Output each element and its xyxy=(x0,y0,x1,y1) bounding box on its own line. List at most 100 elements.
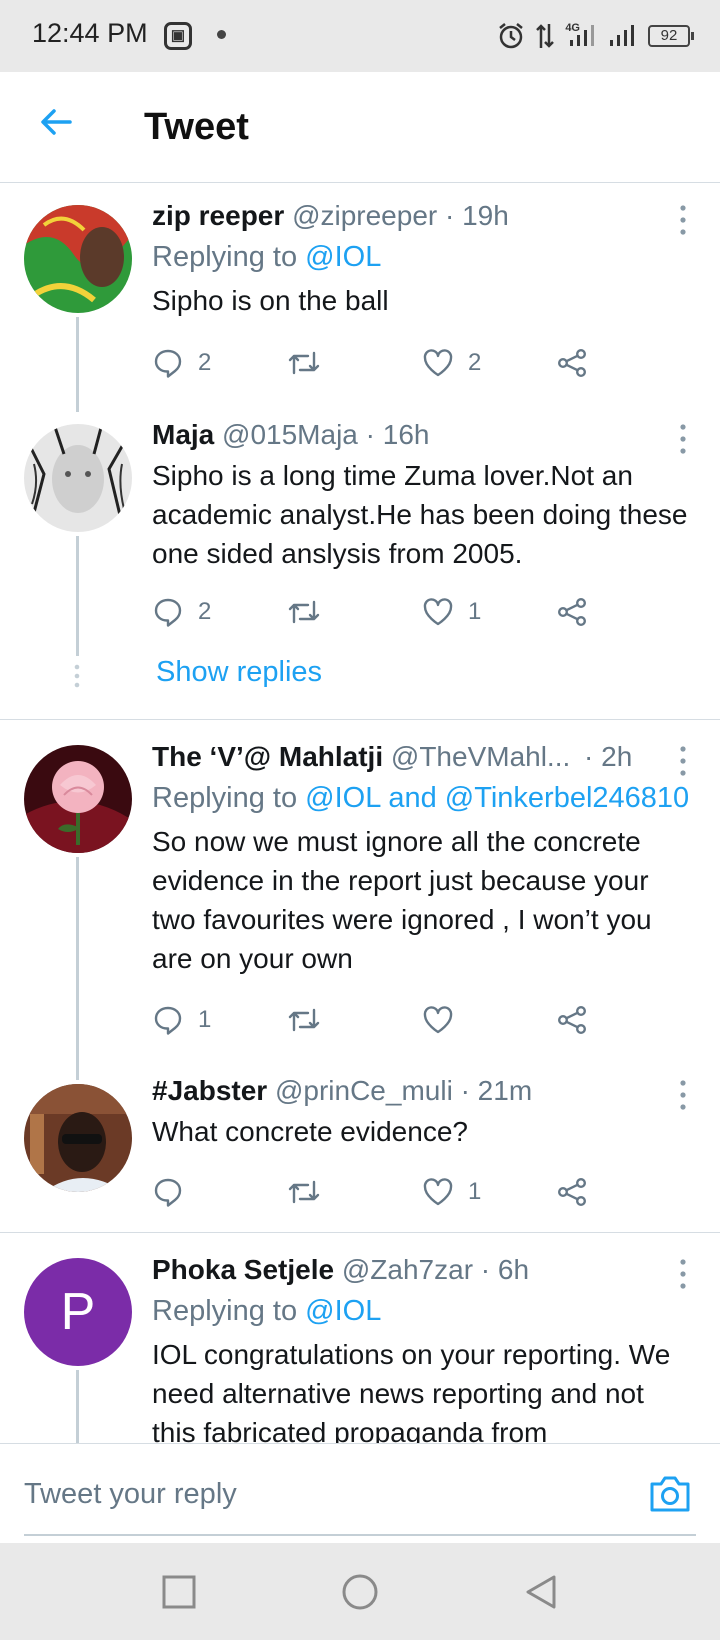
more-vertical-icon[interactable] xyxy=(674,744,692,778)
reply-input[interactable] xyxy=(24,1474,584,1514)
retweet-button[interactable] xyxy=(286,1000,336,1040)
share-icon xyxy=(558,598,587,627)
mention-link[interactable]: @IOL and @Tinkerbel246810 xyxy=(305,782,689,814)
reply-composer xyxy=(0,1443,720,1544)
status-time: 12:44 PM xyxy=(32,18,148,48)
camera-icon[interactable] xyxy=(648,1474,692,1514)
home-icon[interactable] xyxy=(341,1573,379,1611)
tweet-time: · 2h xyxy=(584,741,632,772)
tweet-actions: 1 xyxy=(152,1172,622,1212)
share-button[interactable] xyxy=(556,592,588,632)
avatar-image xyxy=(24,205,132,313)
author-handle[interactable]: @TheVMahl... xyxy=(391,741,570,772)
avatar-image xyxy=(24,745,132,853)
tweet[interactable]: The ‘V’@ Mahlatji @TheVMahl... · 2h Repl… xyxy=(0,720,720,1080)
heart-icon xyxy=(423,349,453,377)
tweet-actions: 2 1 xyxy=(152,592,622,632)
status-icons: 4G 92 xyxy=(497,20,694,52)
replying-to: Replying to @IOL and @Tinkerbel246810 xyxy=(152,778,692,818)
retweet-button[interactable] xyxy=(286,343,336,383)
like-button[interactable]: 1 xyxy=(422,1172,481,1212)
avatar[interactable] xyxy=(24,1084,132,1192)
author-name[interactable]: Maja xyxy=(152,419,214,450)
share-button[interactable] xyxy=(556,343,588,383)
more-vertical-icon[interactable] xyxy=(674,422,692,456)
share-icon xyxy=(558,1006,587,1035)
tweet-body: Phoka Setjele @Zah7zar · 6h Replying to … xyxy=(152,1253,692,1443)
back-nav-icon[interactable] xyxy=(522,1573,560,1611)
thread-line xyxy=(76,536,79,656)
reply-count: 1 xyxy=(198,1006,212,1033)
like-button[interactable] xyxy=(422,1000,468,1040)
replying-prefix: Replying to xyxy=(152,782,306,814)
notification-dot-icon xyxy=(217,30,226,39)
like-button[interactable]: 2 xyxy=(422,343,481,383)
back-arrow-icon[interactable] xyxy=(36,102,76,142)
author-handle[interactable]: @prinCe_muli xyxy=(275,1075,453,1106)
mention-link[interactable]: @IOL xyxy=(305,241,381,273)
tweet-actions: 2 2 xyxy=(152,343,622,383)
tweet-text: So now we must ignore all the concrete e… xyxy=(152,826,652,974)
avatar-image xyxy=(24,424,132,532)
reply-icon xyxy=(154,1006,182,1035)
tweet-text: Sipho is a long time Zuma lover.Not an a… xyxy=(152,460,688,569)
replying-prefix: Replying to xyxy=(152,241,306,273)
more-vertical-icon[interactable] xyxy=(674,203,692,237)
tweet-meta: #Jabster @prinCe_muli · 21m xyxy=(152,1074,692,1108)
reply-button[interactable]: 1 xyxy=(152,1000,211,1040)
app-notification-icon: ▣ xyxy=(164,22,192,50)
author-name[interactable]: zip reeper xyxy=(152,200,284,231)
retweet-icon xyxy=(288,600,320,624)
alarm-icon xyxy=(499,23,524,49)
thread-dots-icon xyxy=(74,664,80,688)
reply-icon xyxy=(154,1178,182,1207)
tweet[interactable]: zip reeper @zipreeper · 19h Replying to … xyxy=(0,183,720,412)
heart-icon xyxy=(423,1006,453,1034)
share-button[interactable] xyxy=(556,1000,588,1040)
input-underline xyxy=(24,1534,696,1536)
author-name[interactable]: Phoka Setjele xyxy=(152,1254,334,1285)
reply-button[interactable]: 2 xyxy=(152,343,211,383)
replying-prefix: Replying to xyxy=(152,1295,306,1327)
reply-icon xyxy=(154,349,182,378)
like-count: 1 xyxy=(468,1178,482,1205)
retweet-icon xyxy=(288,351,320,375)
share-icon xyxy=(558,349,587,378)
tweet-actions: 1 xyxy=(152,1000,622,1040)
mention-link[interactable]: @IOL xyxy=(305,1295,381,1327)
reply-count: 2 xyxy=(198,349,212,376)
share-icon xyxy=(558,1178,587,1207)
avatar[interactable]: P xyxy=(24,1258,132,1366)
recent-apps-icon[interactable] xyxy=(160,1573,198,1611)
tweet-meta: The ‘V’@ Mahlatji @TheVMahl... · 2h xyxy=(152,740,632,774)
author-handle[interactable]: @Zah7zar xyxy=(342,1254,473,1285)
avatar[interactable] xyxy=(24,745,132,853)
more-vertical-icon[interactable] xyxy=(674,1257,692,1291)
tweet[interactable]: #Jabster @prinCe_muli · 21m What concret… xyxy=(0,1075,720,1232)
tweet[interactable]: Maja @015Maja · 16h Sipho is a long time… xyxy=(0,398,720,719)
tweet-meta: zip reeper @zipreeper · 19h xyxy=(152,199,692,233)
retweet-button[interactable] xyxy=(286,1172,336,1212)
reply-button[interactable] xyxy=(152,1172,198,1212)
like-button[interactable]: 1 xyxy=(422,592,481,632)
more-vertical-icon[interactable] xyxy=(674,1078,692,1112)
author-name[interactable]: #Jabster xyxy=(152,1075,267,1106)
tweet-text: Sipho is on the ball xyxy=(152,285,389,316)
tweet-text: What concrete evidence? xyxy=(152,1116,468,1147)
top-app-bar: Tweet xyxy=(0,72,720,183)
like-count: 1 xyxy=(468,598,482,625)
avatar[interactable] xyxy=(24,205,132,313)
tweet[interactable]: P Phoka Setjele @Zah7zar · 6h Replying t… xyxy=(0,1233,720,1443)
avatar[interactable] xyxy=(24,424,132,532)
retweet-icon xyxy=(288,1180,320,1204)
battery-level: 92 xyxy=(660,27,678,44)
share-button[interactable] xyxy=(556,1172,588,1212)
reply-button[interactable]: 2 xyxy=(152,592,211,632)
reply-count: 2 xyxy=(198,598,212,625)
show-replies-link[interactable]: Show replies xyxy=(156,656,322,689)
avatar-letter: P xyxy=(60,1283,96,1341)
author-name[interactable]: The ‘V’@ Mahlatji xyxy=(152,741,383,772)
author-handle[interactable]: @015Maja xyxy=(222,419,358,450)
retweet-button[interactable] xyxy=(286,592,336,632)
author-handle[interactable]: @zipreeper xyxy=(292,200,437,231)
